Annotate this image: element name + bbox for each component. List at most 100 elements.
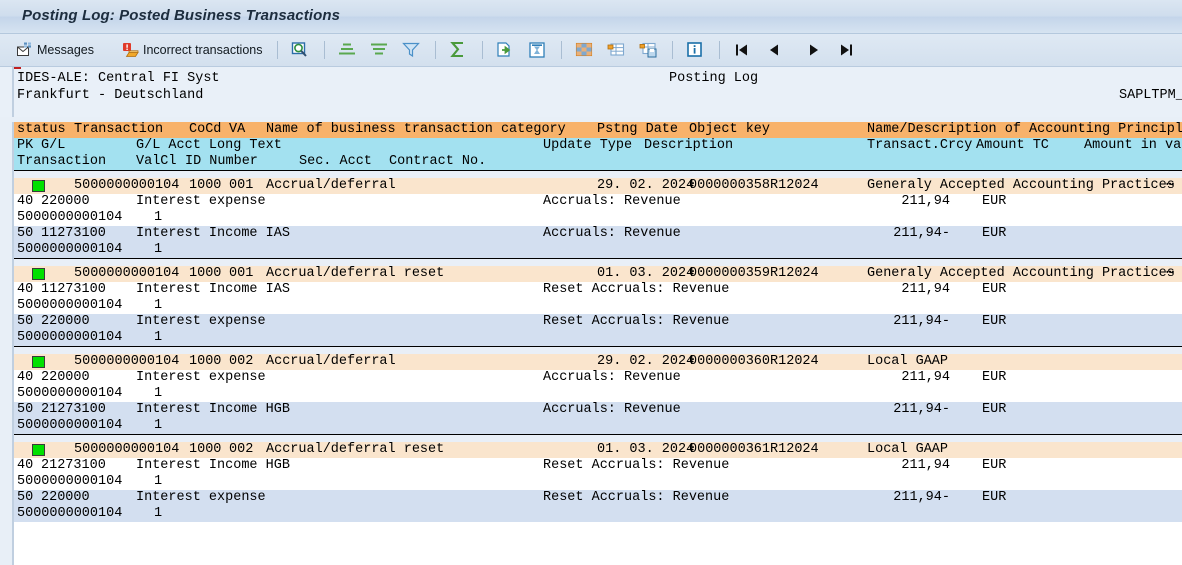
group-pstng-date: 29. 02. 2024 — [597, 354, 694, 370]
transaction-group-row[interactable]: 50000000001041000002Accrual/deferral29. … — [14, 354, 1182, 370]
table-row[interactable]: 40220000Interest expenseAccruals: Revenu… — [14, 370, 1182, 386]
line-long-text: Interest expense — [136, 314, 266, 330]
table-row[interactable]: 4011273100Interest Income IASReset Accru… — [14, 282, 1182, 298]
info-button[interactable] — [680, 37, 710, 63]
change-layout-button[interactable] — [601, 37, 631, 63]
export-button[interactable] — [490, 37, 520, 63]
messages-button[interactable]: Messages — [10, 37, 100, 63]
line-transaction: 5000000000104 — [17, 506, 122, 522]
line-amount: 211,94- — [893, 402, 950, 418]
transaction-group-row[interactable]: 50000000001041000001Accrual/deferral29. … — [14, 178, 1182, 194]
group-category: Accrual/deferral — [266, 354, 396, 370]
table-row[interactable]: 40 220000 Interest expense Accruals: Revenu… — [14, 194, 1182, 210]
line-gl-account: 21273100 — [41, 402, 106, 418]
col-header-cocd: CoCd — [189, 122, 221, 138]
line-pk: 50 — [17, 402, 33, 418]
table-row-detail[interactable]: 50000000001041 — [14, 210, 1182, 226]
line-long-text: Interest Income HGB — [136, 458, 290, 474]
report-header: IDES-ALE: Central FI Syst Frankfurt - De… — [0, 67, 1182, 117]
messages-label: Messages — [37, 43, 94, 57]
group-acct-principle: Generaly Accepted Accounting Practices — [867, 178, 1175, 194]
col-header-amount-in-va: Amount in va — [1084, 138, 1181, 154]
table-row[interactable]: 4021273100Interest Income HGBReset Accru… — [14, 458, 1182, 474]
group-category: Accrual/deferral reset — [266, 442, 444, 458]
first-page-button[interactable] — [727, 37, 757, 63]
toolbar-separator — [672, 41, 673, 59]
line-amount: 211,94- — [893, 490, 950, 506]
line-valcl: 1 — [154, 298, 162, 314]
posting-log-grid[interactable]: status Transaction CoCd VA Name of busin… — [12, 122, 1182, 565]
incorrect-transactions-button[interactable]: Incorrect transactions — [116, 37, 269, 63]
group-acct-principle-truncation: ⋯ — [1166, 266, 1174, 282]
line-gl-account: 21273100 — [41, 458, 106, 474]
col-header-transact-crcy: Transact.Crcy — [867, 138, 972, 154]
toolbar-separator — [277, 41, 278, 59]
filter-button[interactable] — [396, 37, 426, 63]
line-valcl: 1 — [154, 330, 162, 346]
table-row-detail[interactable]: 50000000001041 — [14, 474, 1182, 490]
line-pk: 40 — [17, 370, 33, 386]
layout-grid-icon — [575, 41, 593, 59]
line-currency: EUR — [982, 226, 1006, 242]
line-long-text: Interest Income HGB — [136, 402, 290, 418]
previous-page-icon — [765, 41, 783, 59]
toolbar-separator — [435, 41, 436, 59]
status-green-square-icon — [32, 268, 45, 280]
transaction-group-row[interactable]: 50000000001041000001Accrual/deferral res… — [14, 266, 1182, 282]
line-description: Accruals: Revenue — [543, 402, 681, 418]
line-long-text: Interest expense — [136, 490, 266, 506]
sort-ascending-button[interactable] — [332, 37, 362, 63]
table-row[interactable]: 5011273100Interest Income IASAccruals: R… — [14, 226, 1182, 242]
line-long-text: Interest expense — [136, 194, 266, 210]
line-description: Accruals: Revenue — [543, 194, 681, 210]
group-pstng-date: 01. 03. 2024 — [597, 442, 694, 458]
table-row-detail[interactable]: 50000000001041 — [14, 330, 1182, 346]
status-green-square-icon — [32, 356, 45, 368]
table-row[interactable]: 50220000Interest expenseReset Accruals: … — [14, 314, 1182, 330]
col-header-gl-acct-long-text: G/L Acct Long Text — [136, 138, 282, 154]
line-gl-account: 220000 — [41, 490, 90, 506]
last-page-button[interactable] — [831, 37, 861, 63]
col-header-contract-no: Contract No. — [389, 154, 486, 170]
line-currency: EUR — [982, 282, 1006, 298]
table-row[interactable]: 50 21273100 Interest Income HGB Accruals: R… — [14, 402, 1182, 418]
last-page-icon — [837, 41, 855, 59]
change-layout-icon — [607, 41, 625, 59]
transaction-group-row[interactable]: 50000000001041000002Accrual/deferral res… — [14, 442, 1182, 458]
print-preview-button[interactable] — [522, 37, 552, 63]
col-header-amount-tc: Amount TC — [976, 138, 1049, 154]
group-cocd: 1000 — [189, 178, 221, 194]
previous-page-button[interactable] — [759, 37, 789, 63]
posting-log-window: Posting Log: Posted Business Transaction… — [0, 0, 1182, 565]
group-object-key: 0000000358R12024 — [689, 178, 819, 194]
layout-grid-button[interactable] — [569, 37, 599, 63]
incorrect-transactions-label: Incorrect transactions — [143, 43, 263, 57]
line-transaction: 5000000000104 — [17, 298, 122, 314]
table-row-detail[interactable]: 50000000001041 — [14, 506, 1182, 522]
table-row-detail[interactable]: 50000000001041 — [14, 418, 1182, 434]
first-page-icon — [733, 41, 751, 59]
line-gl-account: 220000 — [41, 194, 90, 210]
col-header-valcl: ValCl — [136, 154, 177, 170]
next-page-button[interactable] — [799, 37, 829, 63]
table-row-detail[interactable]: 50000000001041 — [14, 386, 1182, 402]
table-row[interactable]: 50220000Interest expenseReset Accruals: … — [14, 490, 1182, 506]
block-separator — [14, 170, 1182, 178]
group-acct-principle: Local GAAP — [867, 442, 948, 458]
window-title-bar: Posting Log: Posted Business Transaction… — [0, 0, 1182, 34]
line-amount: 211,94 — [901, 458, 950, 474]
col-header-va: VA — [229, 122, 245, 138]
line-pk: 40 — [17, 194, 33, 210]
table-row-detail[interactable]: 5000000000104 1 — [14, 298, 1182, 314]
group-transaction: 5000000000104 — [74, 354, 179, 370]
find-button[interactable] — [285, 37, 315, 63]
table-row-detail[interactable]: 50000000001041 — [14, 242, 1182, 258]
total-button[interactable] — [443, 37, 473, 63]
total-sigma-icon — [449, 41, 467, 59]
system-name-line2: Frankfurt - Deutschland — [17, 88, 203, 103]
line-pk: 50 — [17, 490, 33, 506]
line-transaction: 5000000000104 — [17, 474, 122, 490]
save-layout-button[interactable] — [633, 37, 663, 63]
line-long-text: Interest Income IAS — [136, 282, 290, 298]
sort-descending-button[interactable] — [364, 37, 394, 63]
